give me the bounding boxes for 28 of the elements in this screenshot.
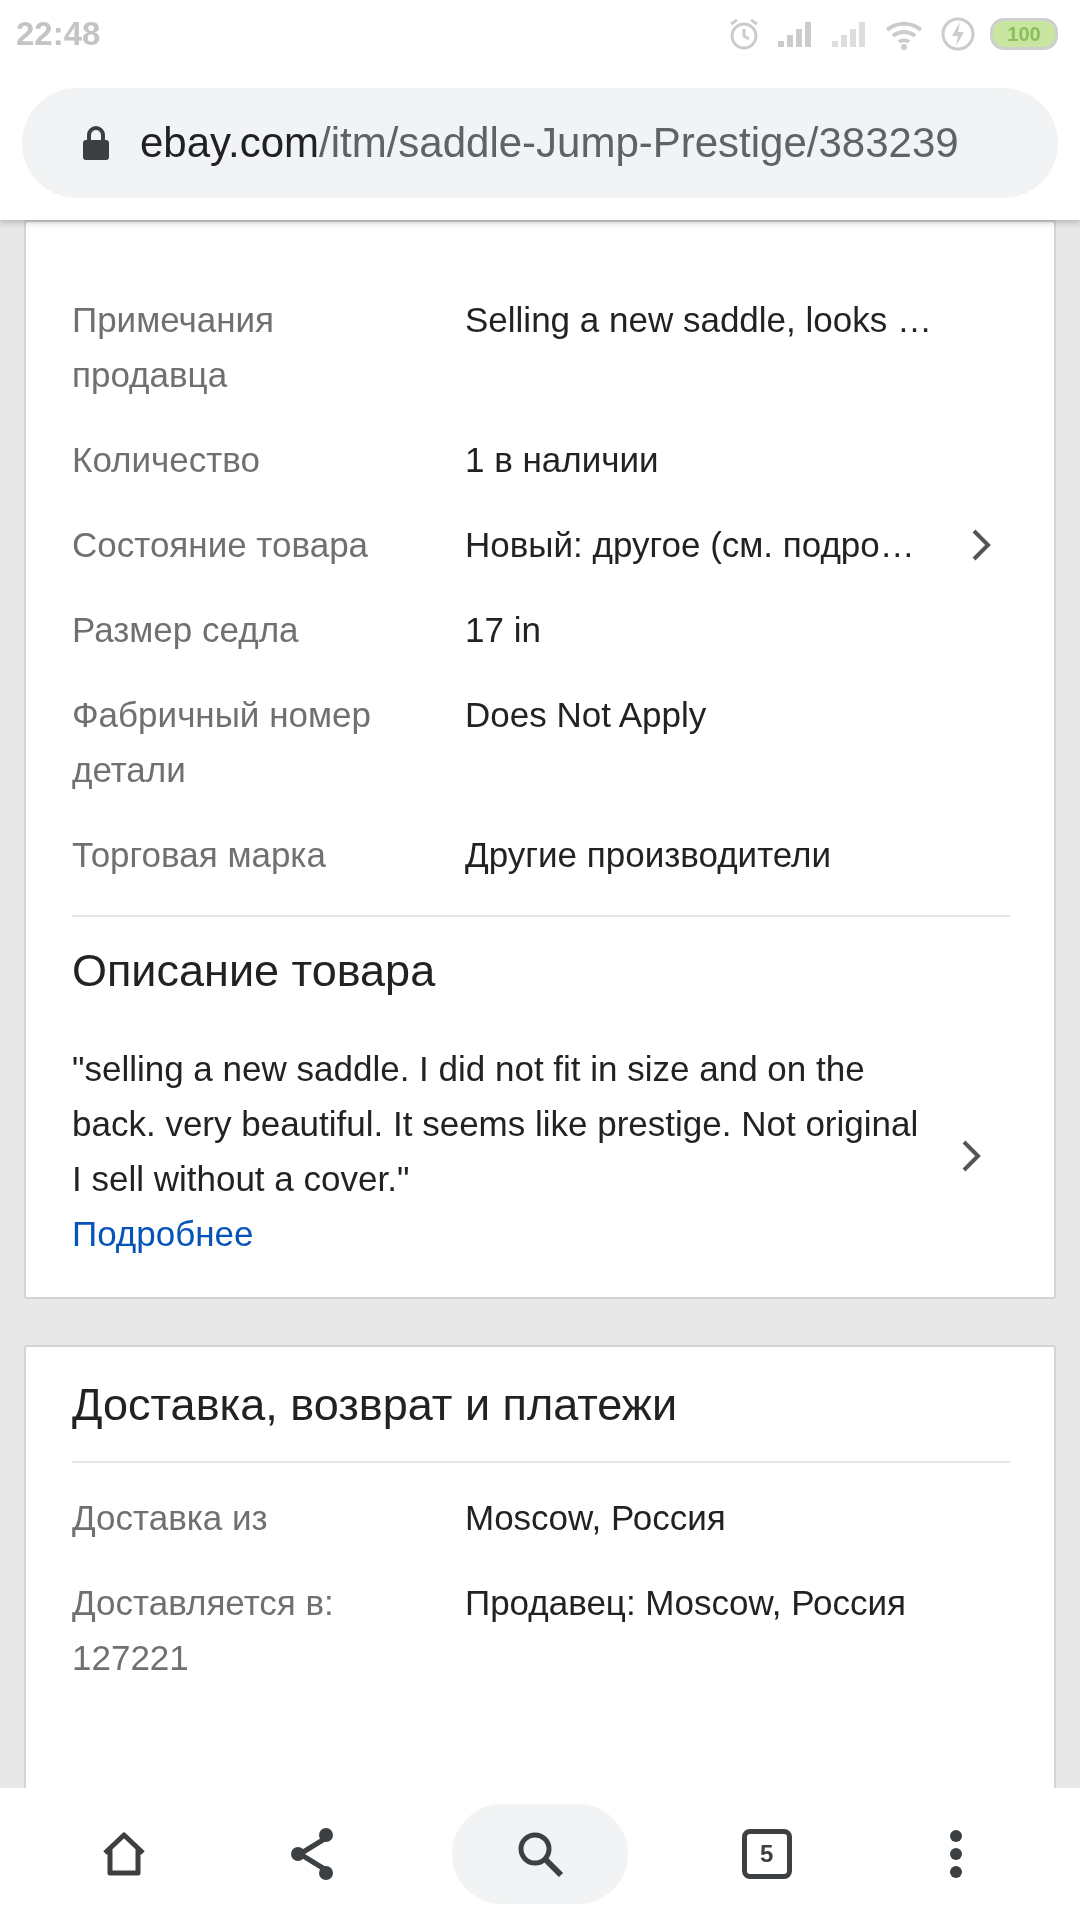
lock-icon [82,125,110,161]
field-label: Фабричный номер детали [72,694,372,791]
field-value: Moscow, Россия [465,1497,726,1539]
description-text: "selling a new saddle. I did not fit in size and on the back. very beautiful. It seems like prestige. Not original I sell without a cover." [72,1048,920,1200]
charging-icon [940,16,976,52]
field-label: Доставка из [72,1497,268,1539]
clock-time: 22:48 [16,15,101,53]
section-title: Описание товара [72,944,437,998]
field-label: Доставляется в: 127221 [72,1582,335,1679]
field-value: Selling a new saddle, looks … [465,299,932,341]
field-value: 1 в наличии [465,439,659,481]
field-value: Другие производители [465,834,832,876]
field-value: Does Not Apply [465,694,707,736]
field-value: 17 in [465,609,541,651]
tabs-button[interactable]: 5 [716,1804,817,1904]
battery-level: 100 [990,18,1058,50]
field-label: Количество [72,439,260,481]
field-label: Состояние товара [72,524,369,566]
field-label: Торговая марка [72,834,326,876]
more-link[interactable]: Подробнее [72,1214,254,1253]
field-value: Продавец: Moscow, Россия [465,1582,907,1624]
address-bar[interactable]: ebay.com/itm/saddle-Jump-Prestige/383239 [22,88,1058,198]
field-label: Примечания продавца [72,299,276,396]
section-title: Доставка, возврат и платежи [72,1378,679,1432]
menu-icon [948,1829,963,1879]
url-text: ebay.com/itm/saddle-Jump-Prestige/383239 [140,119,959,167]
field-value: Новый: другое (см. подро… [465,524,915,566]
field-label: Размер седла [72,609,299,651]
